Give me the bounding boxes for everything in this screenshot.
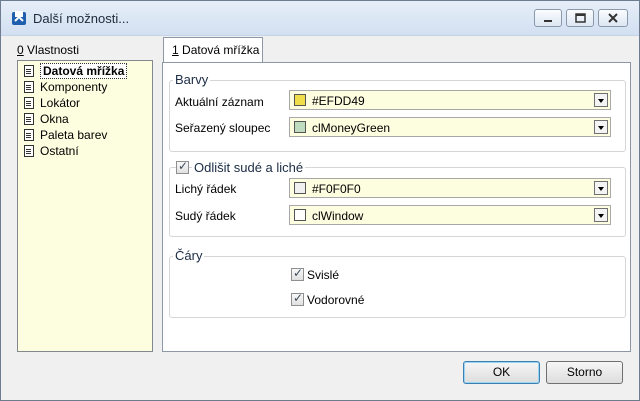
- document-icon: [24, 97, 34, 109]
- tree-item-lokator[interactable]: Lokátor: [24, 95, 80, 111]
- sorted-column-combo[interactable]: clMoneyGreen: [289, 117, 611, 137]
- minimize-button[interactable]: [534, 9, 562, 27]
- vertical-lines-checkbox[interactable]: [291, 266, 304, 281]
- document-icon: [24, 145, 34, 157]
- dropdown-arrow-icon[interactable]: [594, 208, 608, 222]
- maximize-icon: [575, 13, 586, 23]
- title-bar: Další možnosti...: [1, 1, 639, 36]
- even-row-label: Sudý řádek: [175, 209, 236, 223]
- odlisit-checkbox[interactable]: [176, 159, 189, 174]
- horizontal-lines-checkbox[interactable]: [291, 291, 304, 306]
- sorted-column-label: Seřazený sloupec: [175, 121, 271, 135]
- document-icon: [24, 129, 34, 141]
- properties-label: 0 Vlastnosti: [17, 43, 79, 57]
- tree-item-okna[interactable]: Okna: [24, 111, 69, 127]
- properties-shortcut: 0: [17, 43, 24, 57]
- dialog-window: Další možnosti... 0 Vlastnosti Datová mř…: [0, 0, 640, 401]
- properties-tree[interactable]: Datová mřížka Komponenty Lokátor Okna Pa…: [17, 60, 153, 352]
- tree-item-label: Lokátor: [40, 96, 81, 110]
- tab-shortcut: 1: [172, 43, 179, 57]
- tab-datova-mrizka[interactable]: 1 Datová mřížka: [163, 37, 263, 63]
- dropdown-arrow-icon[interactable]: [594, 120, 608, 134]
- window-title: Další možnosti...: [33, 11, 130, 26]
- tree-item-ostatni[interactable]: Ostatní: [24, 143, 79, 159]
- close-button[interactable]: [598, 9, 628, 27]
- color-swatch: [294, 94, 306, 106]
- tree-item-label: Okna: [40, 112, 69, 126]
- even-row-combo[interactable]: clWindow: [289, 205, 611, 225]
- properties-label-text: Vlastnosti: [23, 43, 80, 57]
- odd-row-label: Lichý řádek: [175, 182, 237, 196]
- document-icon: [24, 113, 34, 125]
- group-title-odlisit: Odlišit sudé a liché: [192, 160, 306, 175]
- combo-value: #EFDD49: [312, 94, 365, 108]
- tree-item-label: Paleta barev: [40, 128, 108, 142]
- horizontal-lines-label: Vodorovné: [307, 293, 365, 307]
- group-cary: [169, 256, 626, 318]
- combo-value: clMoneyGreen: [312, 121, 391, 135]
- group-title-cary: Čáry: [173, 248, 205, 263]
- ok-button[interactable]: OK: [463, 361, 540, 384]
- odd-row-combo[interactable]: #F0F0F0: [289, 178, 611, 198]
- tree-item-label: Datová mřížka: [40, 63, 128, 79]
- document-icon: [24, 81, 34, 93]
- dropdown-arrow-icon[interactable]: [594, 181, 608, 195]
- color-swatch: [294, 209, 306, 221]
- current-record-label: Aktuální záznam: [175, 95, 264, 109]
- vertical-lines-label: Svislé: [307, 268, 340, 282]
- close-icon: [608, 13, 618, 23]
- tree-item-label: Ostatní: [40, 144, 79, 158]
- maximize-button[interactable]: [566, 9, 594, 27]
- color-swatch: [294, 182, 306, 194]
- tree-item-paleta-barev[interactable]: Paleta barev: [24, 127, 107, 143]
- tab-panel: Barvy Aktuální záznam #EFDD49 Seřazený s…: [162, 62, 631, 352]
- dropdown-arrow-icon[interactable]: [594, 93, 608, 107]
- current-record-combo[interactable]: #EFDD49: [289, 90, 611, 110]
- minimize-icon: [544, 20, 552, 22]
- combo-value: #F0F0F0: [312, 182, 361, 196]
- group-title-barvy: Barvy: [173, 72, 211, 87]
- tree-item-datova-mrizka[interactable]: Datová mřížka: [24, 63, 128, 79]
- cancel-button[interactable]: Storno: [546, 361, 623, 384]
- tab-label: Datová mřížka: [178, 43, 260, 57]
- color-swatch: [294, 121, 306, 133]
- document-icon: [24, 65, 34, 77]
- app-logo-icon: [12, 11, 26, 25]
- tree-item-label: Komponenty: [40, 80, 108, 94]
- tree-item-komponenty[interactable]: Komponenty: [24, 79, 107, 95]
- combo-value: clWindow: [312, 209, 364, 223]
